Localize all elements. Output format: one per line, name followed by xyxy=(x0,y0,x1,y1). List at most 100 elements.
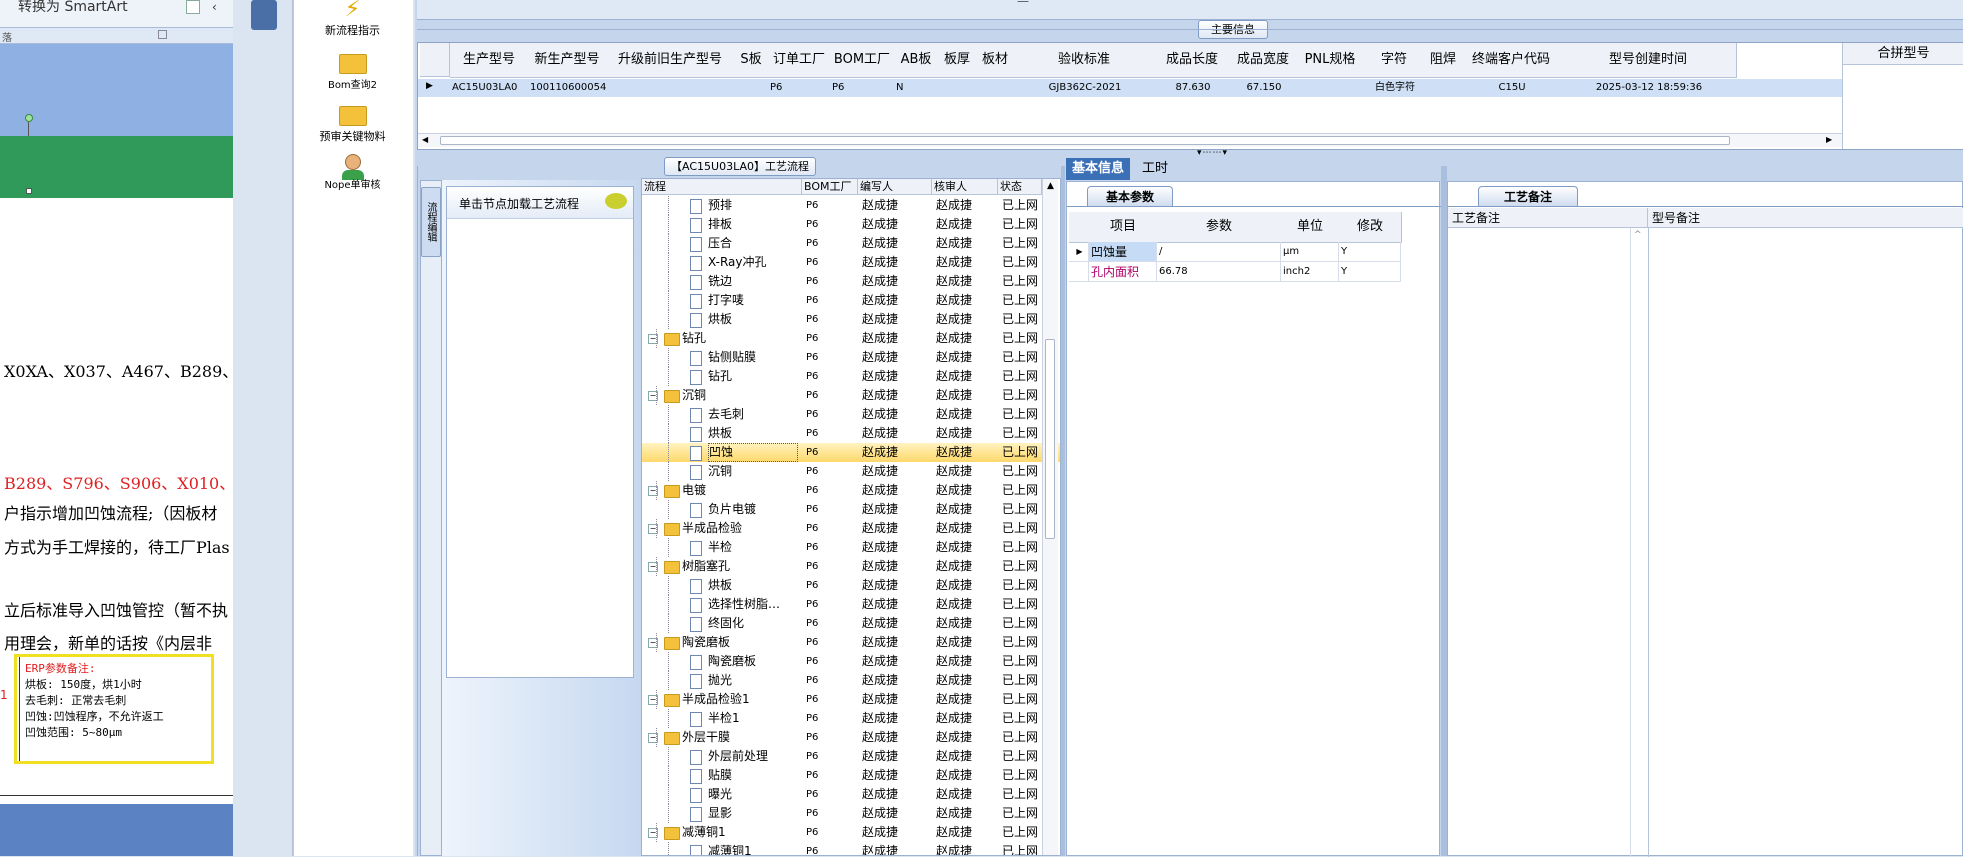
tree-node-label[interactable]: 钻侧贴膜 xyxy=(708,348,796,367)
tree-column-header[interactable]: 核审人 xyxy=(932,179,998,195)
scroll-up-icon[interactable]: ▲ xyxy=(1047,181,1054,191)
smartart-button[interactable]: 转换为 SmartArt xyxy=(18,0,128,16)
tree-row[interactable]: 铣边 P6 赵成捷 赵成捷 已上网 xyxy=(642,272,1060,291)
table-cell[interactable]: 67.150 xyxy=(1232,79,1296,97)
table-cell[interactable]: 白色字符 xyxy=(1366,79,1424,97)
tab-process-remarks[interactable]: 工艺备注 xyxy=(1478,186,1578,206)
table-cell[interactable] xyxy=(1298,79,1364,97)
tree-row[interactable]: 贴膜 P6 赵成捷 赵成捷 已上网 xyxy=(642,766,1060,785)
scroll-thumb[interactable] xyxy=(1045,339,1055,539)
splitter[interactable]: ▾⋯⋯▾ xyxy=(417,148,1963,158)
tree-node-label[interactable]: 半成品检验1 xyxy=(682,690,796,709)
table-cell[interactable]: N xyxy=(896,79,938,97)
scroll-left-icon[interactable]: ◀ xyxy=(422,135,428,144)
tree-node-label[interactable]: 铣边 xyxy=(708,272,796,291)
column-header[interactable]: 字符 xyxy=(1364,43,1425,78)
ribbon-box-icon[interactable] xyxy=(186,0,200,14)
table-cell[interactable]: AC15U03LA0 xyxy=(452,79,528,97)
table-cell[interactable] xyxy=(1426,79,1462,97)
tree-node-label[interactable]: 打字唛 xyxy=(708,291,796,310)
param-cell[interactable]: Y xyxy=(1339,262,1401,282)
param-cell[interactable]: 凹蚀量 xyxy=(1089,242,1157,262)
tree-row[interactable]: 半检 P6 赵成捷 赵成捷 已上网 xyxy=(642,538,1060,557)
tree-row[interactable]: − 外层干膜 P6 赵成捷 赵成捷 已上网 xyxy=(642,728,1060,747)
table-cell[interactable]: GJB362C-2021 xyxy=(1016,79,1154,97)
tree-row[interactable]: 抛光 P6 赵成捷 赵成捷 已上网 xyxy=(642,671,1060,690)
column-header[interactable]: 订单工厂 xyxy=(768,43,831,78)
table-cell[interactable]: 87.630 xyxy=(1156,79,1230,97)
prereview-material-button[interactable]: 预审关键物料 xyxy=(305,104,400,144)
tree-column-header[interactable]: BOM工厂 xyxy=(802,179,858,195)
table-cell[interactable]: P6 xyxy=(770,79,830,97)
tree-row[interactable]: − 陶瓷磨板 P6 赵成捷 赵成捷 已上网 xyxy=(642,633,1060,652)
tree-node-label[interactable]: 预排 xyxy=(708,196,796,215)
load-process-button[interactable]: 单击节点加载工艺流程 xyxy=(447,187,633,219)
table-cell[interactable]: P6 xyxy=(832,79,894,97)
table-cell[interactable] xyxy=(608,79,734,97)
tree-node-label[interactable]: 钻孔 xyxy=(682,329,796,348)
param-column-header[interactable]: 修改 xyxy=(1339,212,1402,243)
tree-node-label[interactable]: 排板 xyxy=(708,215,796,234)
new-process-button[interactable]: ⚡ 新流程指示 xyxy=(305,0,400,38)
scroll-thumb[interactable] xyxy=(440,136,1730,145)
merge-model-header[interactable]: 合拼型号 xyxy=(1843,43,1963,65)
tree-row[interactable]: − 半成品检验1 P6 赵成捷 赵成捷 已上网 xyxy=(642,690,1060,709)
tree-column-header[interactable]: 流程 xyxy=(642,179,802,195)
param-cell[interactable]: / xyxy=(1157,242,1281,262)
resize-handle-icon[interactable] xyxy=(26,188,32,194)
tree-node-label[interactable]: 半检 xyxy=(708,538,796,557)
tree-node-label[interactable]: 沉铜 xyxy=(708,462,796,481)
table-cell[interactable] xyxy=(736,79,768,97)
tree-row[interactable]: 负片电镀 P6 赵成捷 赵成捷 已上网 xyxy=(642,500,1060,519)
tree-node-label[interactable]: 烘板 xyxy=(708,576,796,595)
column-header[interactable]: PNL规格 xyxy=(1296,43,1365,78)
splitter-vertical[interactable] xyxy=(1061,166,1065,856)
tree-row[interactable]: X-Ray冲孔 P6 赵成捷 赵成捷 已上网 xyxy=(642,253,1060,272)
tree-row[interactable]: 钻侧贴膜 P6 赵成捷 赵成捷 已上网 xyxy=(642,348,1060,367)
tree-row[interactable]: 陶瓷磨板 P6 赵成捷 赵成捷 已上网 xyxy=(642,652,1060,671)
tree-row[interactable]: 预排 P6 赵成捷 赵成捷 已上网 xyxy=(642,196,1060,215)
tree-node-label[interactable]: 电镀 xyxy=(682,481,796,500)
tree-row[interactable]: 烘板 P6 赵成捷 赵成捷 已上网 xyxy=(642,576,1060,595)
column-header[interactable]: 型号创建时间 xyxy=(1560,43,1737,78)
param-column-header[interactable]: 单位 xyxy=(1281,212,1340,243)
table-cell[interactable] xyxy=(940,79,976,97)
tree-row[interactable]: 显影 P6 赵成捷 赵成捷 已上网 xyxy=(642,804,1060,823)
tree-row[interactable]: 减薄铜1 P6 赵成捷 赵成捷 已上网 xyxy=(642,842,1060,855)
param-cell[interactable]: 66.78 xyxy=(1157,262,1281,282)
column-header[interactable]: BOM工厂 xyxy=(830,43,895,78)
tree-node-label[interactable]: 抛光 xyxy=(708,671,796,690)
model-remarks-header[interactable]: 型号备注 xyxy=(1648,208,1963,228)
tree-row[interactable]: − 树脂塞孔 P6 赵成捷 赵成捷 已上网 xyxy=(642,557,1060,576)
tree-node-label[interactable]: 终固化 xyxy=(708,614,796,633)
h-scrollbar[interactable]: ◀ ▶ xyxy=(418,133,1842,147)
tree-node-label[interactable]: 陶瓷磨板 xyxy=(682,633,796,652)
tree-column-header[interactable]: 状态 xyxy=(998,179,1042,195)
tree-row[interactable]: − 半成品检验 P6 赵成捷 赵成捷 已上网 xyxy=(642,519,1060,538)
tree-node-label[interactable]: 压合 xyxy=(708,234,796,253)
tree-node-label[interactable]: 贴膜 xyxy=(708,766,796,785)
column-header[interactable]: 阻焊 xyxy=(1424,43,1463,78)
remarks-scrollbar[interactable]: ^ xyxy=(1630,228,1646,857)
param-cell[interactable]: Y xyxy=(1339,242,1401,262)
param-column-header[interactable]: 参数 xyxy=(1157,212,1282,243)
tree-node-label[interactable]: X-Ray冲孔 xyxy=(708,253,796,272)
column-header[interactable]: 成品宽度 xyxy=(1230,43,1297,78)
tree-node-label[interactable]: 陶瓷磨板 xyxy=(708,652,796,671)
column-header[interactable]: 验收标准 xyxy=(1014,43,1155,78)
scroll-up-icon[interactable]: ^ xyxy=(1634,230,1642,240)
tree-row[interactable]: 去毛刺 P6 赵成捷 赵成捷 已上网 xyxy=(642,405,1060,424)
table-cell[interactable]: C15U xyxy=(1464,79,1560,97)
tree-row[interactable]: 外层前处理 P6 赵成捷 赵成捷 已上网 xyxy=(642,747,1060,766)
tree-node-label[interactable]: 半成品检验 xyxy=(682,519,796,538)
column-header[interactable]: 新生产型号 xyxy=(528,43,607,78)
tree-row[interactable]: 选择性树脂… P6 赵成捷 赵成捷 已上网 xyxy=(642,595,1060,614)
tree-node-label[interactable]: 减薄铜1 xyxy=(708,842,796,855)
column-header[interactable]: 生产型号 xyxy=(450,43,529,78)
tree-node-label[interactable]: 沉铜 xyxy=(682,386,796,405)
tree-node-label[interactable]: 半检1 xyxy=(708,709,796,728)
v-scrollbar[interactable]: ▲ xyxy=(1042,179,1058,855)
tree-node-label[interactable]: 烘板 xyxy=(708,310,796,329)
param-cell[interactable]: μm xyxy=(1281,242,1339,262)
tree-row[interactable]: 排板 P6 赵成捷 赵成捷 已上网 xyxy=(642,215,1060,234)
